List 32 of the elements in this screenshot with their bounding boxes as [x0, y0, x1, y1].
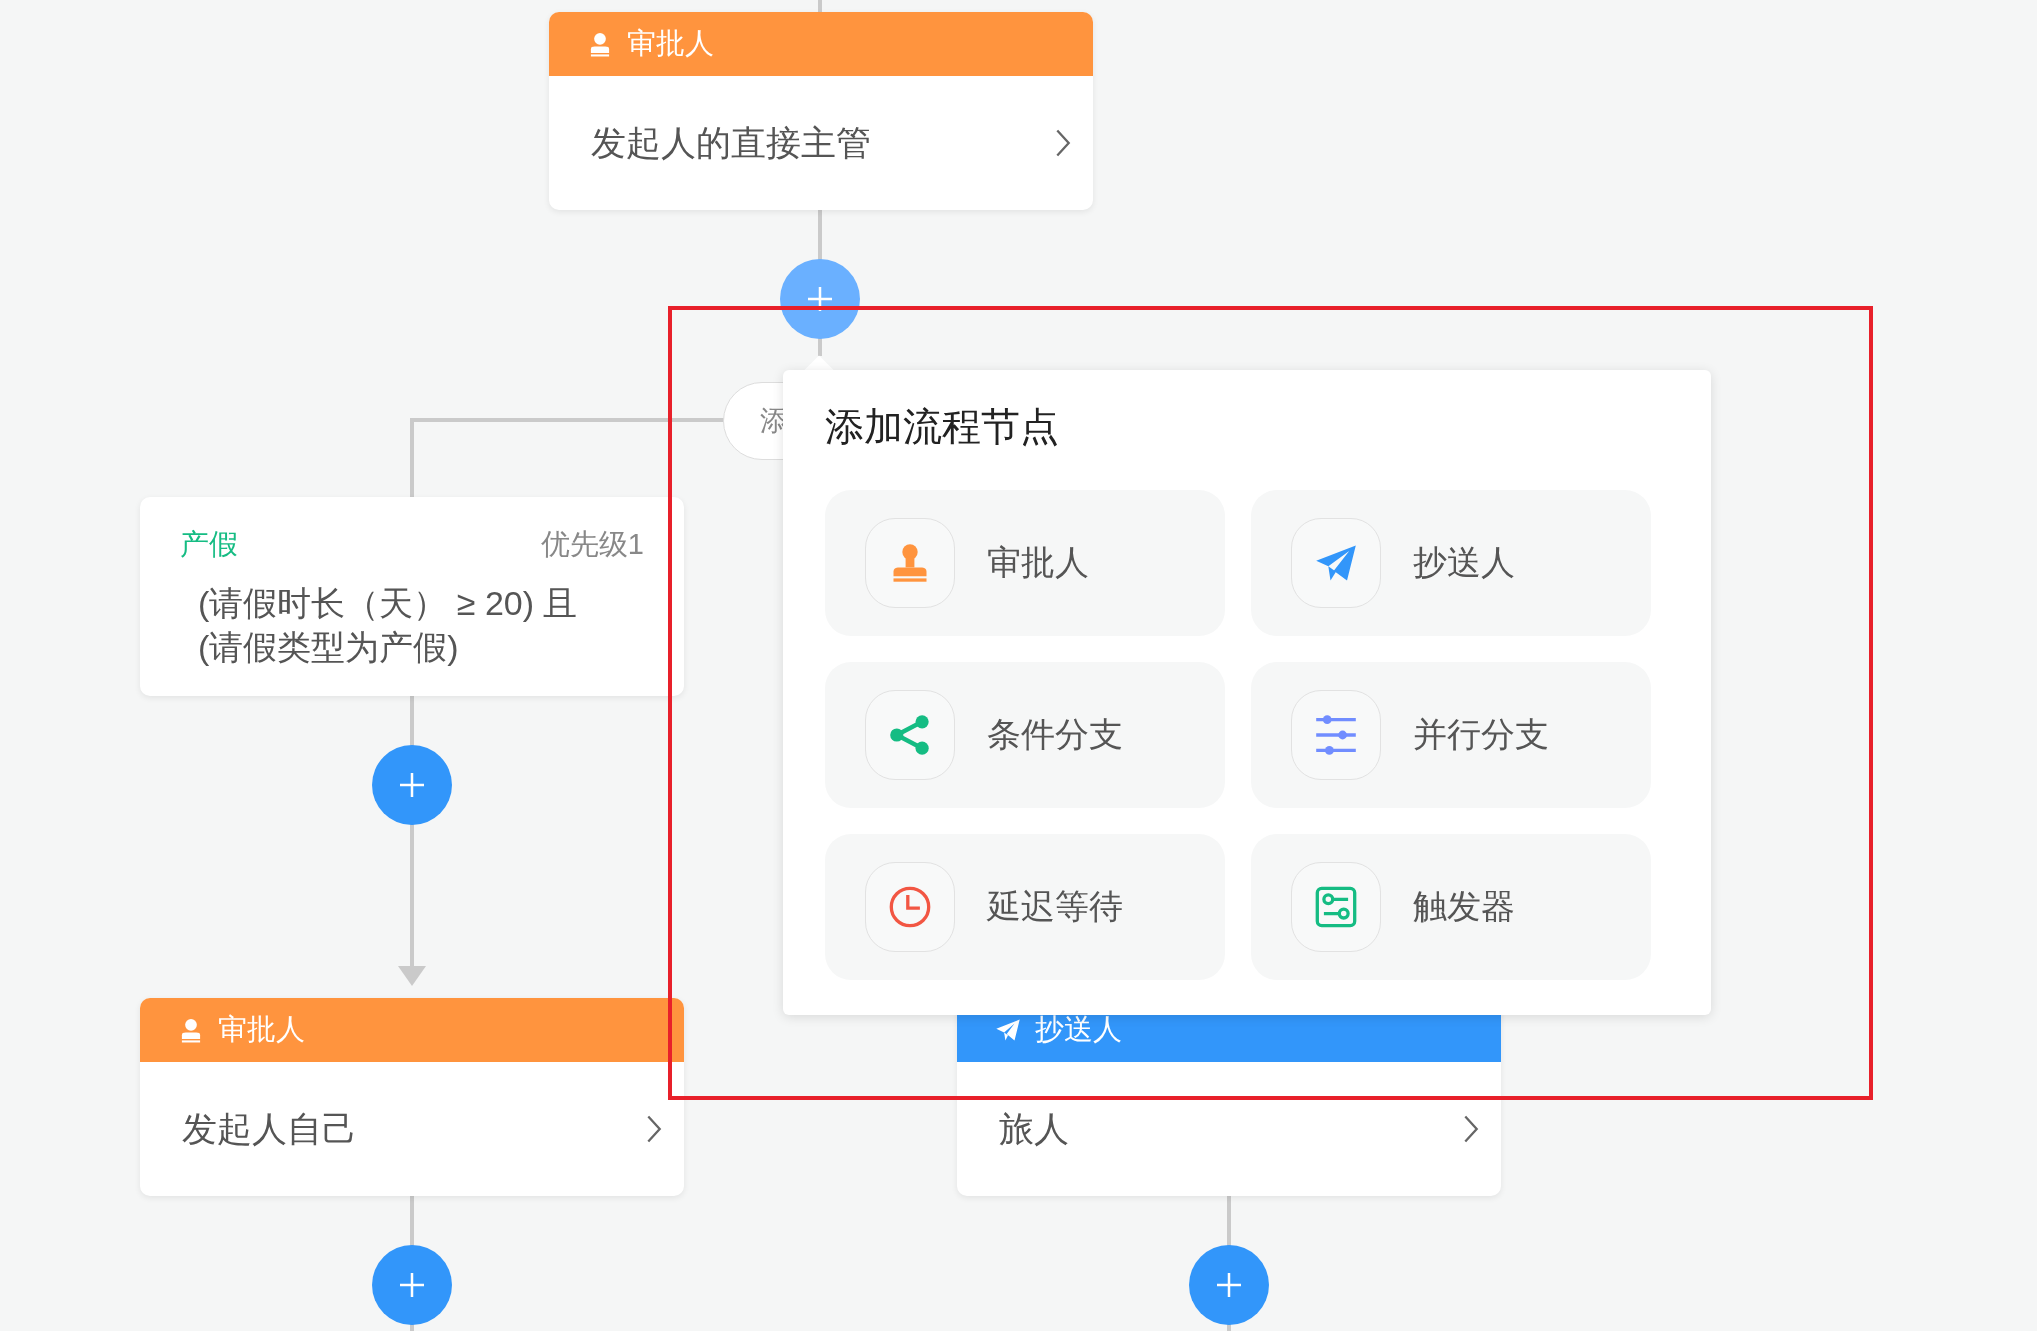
node-content: 旅人: [999, 1107, 1069, 1150]
chevron-right-icon[interactable]: [1463, 1114, 1479, 1144]
sliders-icon: [1314, 713, 1358, 757]
condition-name: 产假: [180, 527, 238, 562]
chevron-right-icon[interactable]: [646, 1114, 662, 1144]
node-type-option[interactable]: 延迟等待: [825, 834, 1225, 980]
node-title: 审批人: [627, 26, 714, 61]
approval-node-card[interactable]: 审批人 发起人自己: [140, 998, 684, 1196]
node-title: 审批人: [218, 1012, 305, 1047]
node-type-option[interactable]: 并行分支: [1251, 662, 1651, 808]
priority-label: 优先级1: [540, 527, 644, 562]
plus-icon: [397, 770, 427, 800]
plus-icon: [1214, 1270, 1244, 1300]
node-title: 抄送人: [1035, 1012, 1122, 1047]
popover-title: 添加流程节点: [825, 404, 1060, 450]
plus-icon: [397, 1270, 427, 1300]
toggle-panel-icon: [1314, 885, 1358, 929]
chevron-right-icon[interactable]: [1055, 128, 1071, 158]
condition-node-card[interactable]: 产假 优先级1 (请假时长（天） ≥ 20) 且 (请假类型为产假): [140, 497, 684, 696]
node-type-option[interactable]: 条件分支: [825, 662, 1225, 808]
node-type-option[interactable]: 触发器: [1251, 834, 1651, 980]
paper-plane-icon: [995, 1017, 1021, 1043]
node-type-option[interactable]: 抄送人: [1251, 490, 1651, 636]
node-content: 发起人的直接主管: [591, 121, 871, 164]
condition-text: (请假时长（天） ≥ 20) 且: [198, 583, 579, 624]
approval-node-card[interactable]: 审批人 发起人的直接主管: [549, 12, 1093, 210]
condition-text: (请假类型为产假): [198, 627, 460, 669]
node-content: 发起人自己: [182, 1107, 357, 1150]
share-icon: [888, 713, 932, 757]
plus-icon: [805, 284, 835, 314]
clock-icon: [888, 885, 932, 929]
node-type-option[interactable]: 审批人: [825, 490, 1225, 636]
